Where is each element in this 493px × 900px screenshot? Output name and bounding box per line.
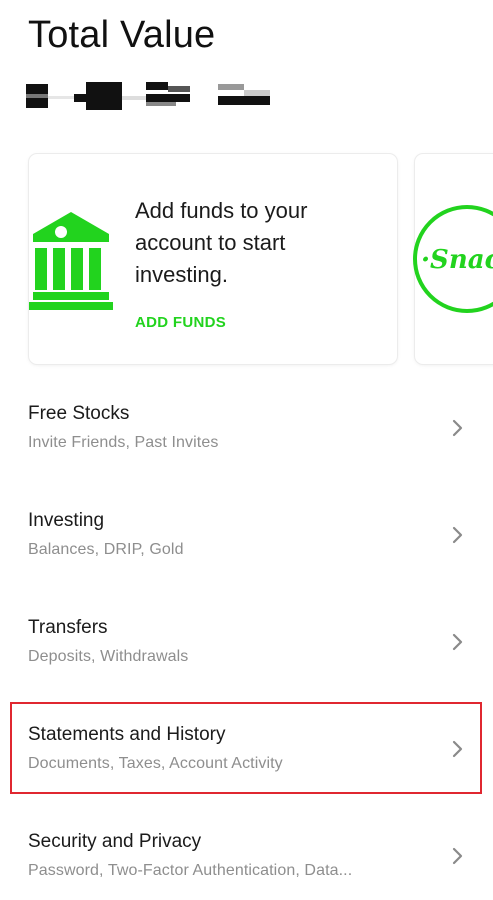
add-funds-message: Add funds to your account to start inves… xyxy=(135,198,308,287)
bank-icon xyxy=(29,212,113,310)
svg-text:·Snacks: ·Snacks xyxy=(421,245,493,275)
menu-item-security-privacy[interactable]: Security and Privacy Password, Two-Facto… xyxy=(0,804,493,900)
chevron-right-icon xyxy=(452,419,463,437)
snacks-logo: ·Snacks xyxy=(413,205,493,313)
menu-item-subtitle: Deposits, Withdrawals xyxy=(28,648,189,665)
menu-item-transfers[interactable]: Transfers Deposits, Withdrawals xyxy=(0,590,493,686)
highlight-box xyxy=(10,702,482,794)
add-funds-button[interactable]: ADD FUNDS xyxy=(135,314,226,331)
chevron-right-icon xyxy=(452,526,463,544)
redacted-value xyxy=(26,80,276,112)
menu-item-title: Transfers xyxy=(28,617,108,638)
chevron-right-icon xyxy=(452,847,463,865)
add-funds-card[interactable]: Add funds to your account to start inves… xyxy=(29,154,397,364)
chevron-right-icon xyxy=(452,633,463,651)
menu-item-subtitle: Password, Two-Factor Authentication, Dat… xyxy=(28,862,353,879)
menu-item-title: Free Stocks xyxy=(28,403,130,424)
menu-item-investing[interactable]: Investing Balances, DRIP, Gold xyxy=(0,483,493,579)
snacks-card[interactable]: ·Snacks xyxy=(413,154,493,364)
menu-item-title: Investing xyxy=(28,510,105,531)
menu-item-subtitle: Balances, DRIP, Gold xyxy=(28,541,184,558)
menu-item-subtitle: Invite Friends, Past Invites xyxy=(28,434,219,451)
menu-item-title: Security and Privacy xyxy=(28,831,202,852)
promo-cards-carousel[interactable]: Add funds to your account to start inves… xyxy=(0,150,493,370)
page-title: Total Value xyxy=(28,14,216,56)
menu-item-free-stocks[interactable]: Free Stocks Invite Friends, Past Invites xyxy=(0,376,493,472)
